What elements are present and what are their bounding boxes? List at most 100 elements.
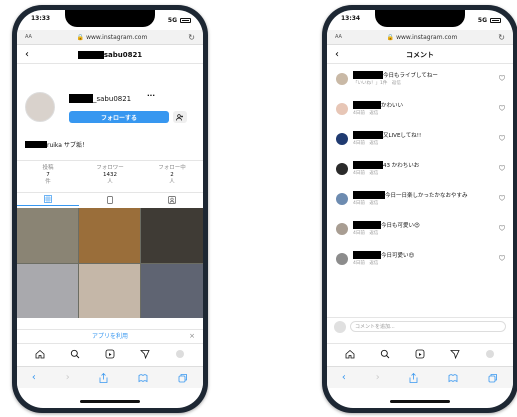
post-thumb[interactable] [79, 208, 140, 263]
heart-icon[interactable] [499, 255, 505, 261]
back-arrow-icon[interactable]: ‹ [32, 372, 36, 383]
home-indicator [390, 400, 450, 403]
avatar[interactable] [25, 92, 55, 122]
bookmarks-icon[interactable] [448, 368, 458, 387]
search-icon[interactable] [379, 348, 391, 360]
tab-grid[interactable] [17, 193, 79, 206]
avatar[interactable] [336, 223, 348, 235]
comment-text: かわいい [381, 103, 404, 109]
back-arrow-icon[interactable]: ‹ [342, 372, 346, 383]
battery-icon [180, 17, 191, 23]
send-icon[interactable] [449, 348, 461, 360]
heart-icon[interactable] [499, 105, 505, 111]
comment-meta[interactable]: 4日前 返信 [353, 230, 378, 236]
tabs-icon[interactable] [488, 368, 498, 387]
share-icon[interactable] [409, 368, 418, 387]
battery-icon [490, 17, 501, 23]
more-options-icon[interactable]: ··· [147, 92, 155, 100]
screen-comments: 13:34 5G AA 🔒 www.instagram.com ↻ ‹ コメント… [327, 10, 513, 408]
add-person-icon[interactable] [173, 111, 187, 123]
send-icon[interactable] [139, 348, 151, 360]
redacted-block [353, 161, 383, 169]
aa-button[interactable]: AA [335, 34, 347, 40]
avatar[interactable] [336, 253, 348, 265]
post-thumb[interactable] [141, 208, 203, 263]
stat-posts[interactable]: 投稿 7 件 [17, 161, 79, 190]
avatar[interactable] [336, 163, 348, 175]
comment-meta[interactable]: 「いいね！」1件 返信 [353, 80, 401, 86]
profile-username: _sabu0821 [69, 94, 131, 103]
reload-icon[interactable]: ↻ [187, 33, 195, 42]
post-thumb[interactable] [79, 264, 140, 318]
grid-icon [44, 195, 52, 203]
reels-icon [107, 195, 113, 204]
tagged-icon [168, 195, 176, 204]
comment-meta[interactable]: 4日前 返信 [353, 170, 378, 176]
reels-icon[interactable] [104, 348, 116, 360]
comment-meta[interactable]: 4日前 返信 [353, 140, 378, 146]
comment-meta[interactable]: 4日前 返信 [353, 260, 378, 266]
page-title: コメント [406, 50, 434, 59]
safari-toolbar: ‹ › [327, 366, 513, 388]
phone-left: 13:33 5G AA 🔒 www.instagram.com ↻ ‹ sabu… [12, 5, 208, 413]
comment-text: 今日もライブしてねー [383, 73, 438, 79]
avatar[interactable] [336, 73, 348, 85]
tabs-icon[interactable] [178, 368, 188, 387]
comment-meta[interactable]: 4日前 返信 [353, 200, 378, 206]
heart-icon[interactable] [499, 195, 505, 201]
bookmarks-icon[interactable] [138, 368, 148, 387]
browser-url-bar[interactable]: AA 🔒 www.instagram.com ↻ [327, 30, 513, 45]
follow-button[interactable]: フォローする [69, 111, 169, 123]
app-banner[interactable]: アプリを利用 × [17, 329, 203, 341]
url-text[interactable]: 🔒 www.instagram.com [347, 34, 497, 41]
reels-icon[interactable] [414, 348, 426, 360]
redacted-block [353, 71, 383, 79]
comment-item: 今日もライブしてねー 「いいね！」1件 返信 [327, 68, 513, 98]
aa-button[interactable]: AA [25, 34, 37, 40]
search-icon[interactable] [69, 348, 81, 360]
status-bar: 13:34 5G [341, 15, 501, 25]
forward-arrow-icon[interactable]: › [376, 372, 380, 383]
reload-icon[interactable]: ↻ [497, 33, 505, 42]
stats-row: 投稿 7 件 フォロワー 1432 人 フォロー中 2 人 [17, 160, 203, 190]
share-icon[interactable] [99, 368, 108, 387]
close-icon[interactable]: × [189, 332, 195, 340]
avatar[interactable] [336, 193, 348, 205]
back-icon[interactable]: ‹ [335, 49, 347, 60]
bio: ruika サブ垢！ [25, 140, 88, 149]
forward-arrow-icon[interactable]: › [66, 372, 70, 383]
tab-tagged[interactable] [141, 193, 203, 206]
heart-icon[interactable] [499, 225, 505, 231]
profile-avatar-icon[interactable] [484, 348, 496, 360]
post-grid[interactable] [17, 208, 203, 318]
signal-label: 5G [167, 16, 177, 24]
stat-followers[interactable]: フォロワー 1432 人 [79, 161, 141, 190]
comment-item: 今日一日楽しかったかなおやすみ 4日前 返信 [327, 188, 513, 218]
home-icon[interactable] [34, 348, 46, 360]
avatar[interactable] [336, 103, 348, 115]
comment-input[interactable]: コメントを追加... [350, 321, 506, 332]
stat-following[interactable]: フォロー中 2 人 [141, 161, 203, 190]
url-text[interactable]: 🔒 www.instagram.com [37, 34, 187, 41]
heart-icon[interactable] [499, 165, 505, 171]
home-icon[interactable] [344, 348, 356, 360]
back-icon[interactable]: ‹ [25, 49, 37, 60]
post-thumb[interactable] [141, 264, 203, 318]
status-time: 13:34 [341, 15, 361, 22]
comment-item: 今日も可愛い😍 4日前 返信 [327, 218, 513, 248]
comment-text: 今日可愛い😍 [381, 253, 415, 259]
heart-icon[interactable] [499, 75, 505, 81]
heart-icon[interactable] [499, 135, 505, 141]
status-bar: 13:33 5G [31, 15, 191, 25]
comments-header: ‹ コメント [327, 46, 513, 64]
profile-avatar-icon[interactable] [174, 348, 186, 360]
comment-meta[interactable]: 4日前 返信 [353, 110, 378, 116]
comment-item: かわいい 4日前 返信 [327, 98, 513, 128]
browser-url-bar[interactable]: AA 🔒 www.instagram.com ↻ [17, 30, 203, 45]
tab-reels[interactable] [79, 193, 141, 206]
avatar[interactable] [336, 133, 348, 145]
status-time: 13:33 [31, 15, 51, 22]
post-thumb[interactable] [17, 208, 78, 263]
post-thumb[interactable] [17, 264, 78, 318]
use-app-link[interactable]: アプリを利用 [92, 331, 128, 340]
